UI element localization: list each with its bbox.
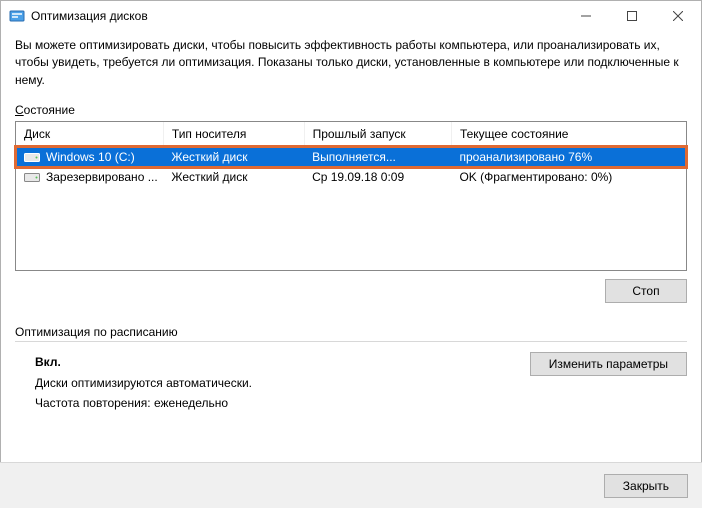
col-drive[interactable]: Диск <box>16 122 163 147</box>
schedule-state: Вкл. <box>35 352 252 372</box>
footer: Закрыть <box>0 462 702 508</box>
schedule-header: Оптимизация по расписанию <box>15 325 687 339</box>
schedule-line1: Диски оптимизируются автоматически. <box>35 373 252 393</box>
close-dialog-button[interactable]: Закрыть <box>604 474 688 498</box>
col-lastrun[interactable]: Прошлый запуск <box>304 122 451 147</box>
drive-name: Windows 10 (C:) <box>46 150 135 164</box>
current-state: проанализировано 76% <box>451 147 686 168</box>
drive-icon <box>24 171 40 183</box>
media-type: Жесткий диск <box>163 167 304 187</box>
stop-button[interactable]: Стоп <box>605 279 687 303</box>
col-media[interactable]: Тип носителя <box>163 122 304 147</box>
maximize-button[interactable] <box>609 1 655 31</box>
schedule-line2: Частота повторения: еженедельно <box>35 393 252 413</box>
current-state: OK (Фрагментировано: 0%) <box>451 167 686 187</box>
minimize-button[interactable] <box>563 1 609 31</box>
drives-table[interactable]: Диск Тип носителя Прошлый запуск Текущее… <box>15 121 687 271</box>
app-icon <box>9 8 25 24</box>
status-label: Состояние <box>15 103 687 117</box>
schedule-info: Вкл. Диски оптимизируются автоматически.… <box>15 352 252 413</box>
description-text: Вы можете оптимизировать диски, чтобы по… <box>15 37 687 89</box>
table-header-row: Диск Тип носителя Прошлый запуск Текущее… <box>16 122 686 147</box>
last-run: Выполняется... <box>304 147 451 168</box>
window-controls <box>563 1 701 31</box>
window-title: Оптимизация дисков <box>31 9 563 23</box>
drive-icon <box>24 151 40 163</box>
media-type: Жесткий диск <box>163 147 304 168</box>
last-run: Ср 19.09.18 0:09 <box>304 167 451 187</box>
change-params-button[interactable]: Изменить параметры <box>530 352 687 376</box>
table-row[interactable]: Windows 10 (C:) Жесткий диск Выполняется… <box>16 147 686 168</box>
col-state[interactable]: Текущее состояние <box>451 122 686 147</box>
drive-name: Зарезервировано ... <box>46 170 158 184</box>
table-row[interactable]: Зарезервировано ... Жесткий диск Ср 19.0… <box>16 167 686 187</box>
divider <box>15 341 687 342</box>
close-button[interactable] <box>655 1 701 31</box>
titlebar: Оптимизация дисков <box>1 1 701 31</box>
